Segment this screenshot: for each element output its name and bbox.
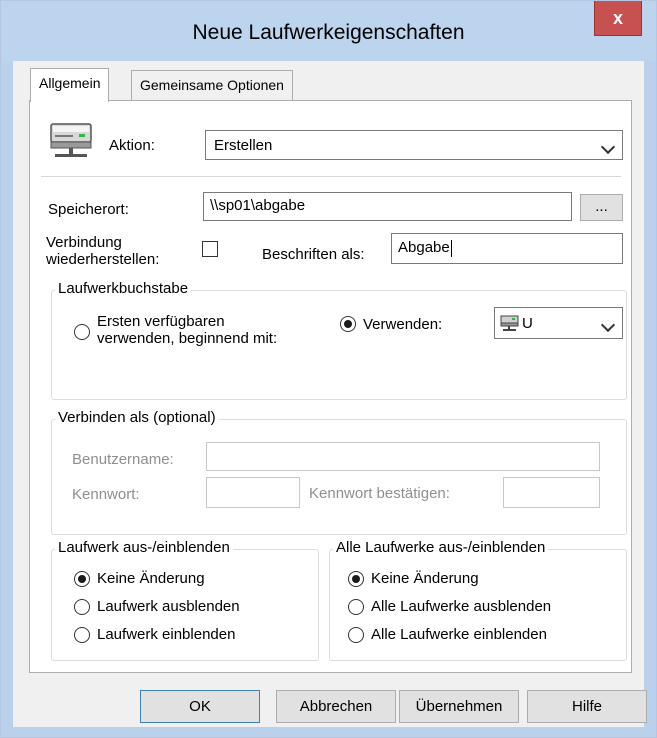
all-hide-radio[interactable]	[348, 599, 364, 615]
tab-common-options[interactable]: Gemeinsame Optionen	[131, 70, 293, 101]
username-input[interactable]	[206, 442, 600, 471]
title-bar[interactable]: Neue Laufwerkeigenschaften x	[1, 1, 656, 61]
tab-general-label: Allgemein	[39, 75, 101, 91]
drive-no-change-label: Keine Änderung	[97, 570, 205, 587]
all-show-radio[interactable]	[348, 627, 364, 643]
drive-letter-value: U	[522, 315, 533, 332]
text-cursor	[450, 239, 452, 257]
label-as-label: Beschriften als:	[262, 246, 365, 263]
reconnect-label: Verbindung wiederherstellen:	[46, 234, 159, 268]
label-as-input[interactable]: Abgabe	[391, 233, 623, 264]
location-input[interactable]: \\sp01\abgabe	[203, 192, 572, 221]
apply-button[interactable]: Übernehmen	[399, 690, 519, 723]
location-input-value: \\sp01\abgabe	[210, 197, 306, 214]
network-drive-icon	[50, 123, 92, 157]
chevron-down-icon	[600, 317, 616, 333]
use-drive-radio[interactable]	[340, 316, 356, 332]
action-select-value: Erstellen	[214, 137, 273, 154]
location-label: Speicherort:	[48, 201, 129, 218]
all-show-label: Alle Laufwerke einblenden	[371, 626, 547, 643]
all-hide-label: Alle Laufwerke ausblenden	[371, 598, 552, 615]
label-as-input-value: Abgabe	[398, 239, 452, 257]
use-drive-label: Verwenden:	[363, 316, 443, 333]
first-available-label: Ersten verfügbaren verwenden, beginnend …	[97, 313, 277, 347]
dialog-window: Neue Laufwerkeigenschaften x Gemeinsame …	[0, 0, 657, 738]
first-available-label-line1: Ersten verfügbaren	[97, 313, 225, 330]
action-label: Aktion:	[109, 137, 155, 154]
username-label: Benutzername:	[72, 451, 174, 468]
reconnect-label-line2: wiederherstellen:	[46, 251, 160, 268]
help-button[interactable]: Hilfe	[527, 690, 647, 723]
connect-as-group-title: Verbinden als (optional)	[55, 409, 219, 426]
hide-show-all-group-title: Alle Laufwerke aus-/einblenden	[333, 539, 549, 556]
drive-letter-select[interactable]: U	[494, 307, 623, 339]
drive-show-label: Laufwerk einblenden	[97, 626, 236, 643]
password-input[interactable]	[206, 477, 300, 508]
label-as-input-text: Abgabe	[398, 239, 450, 256]
tab-common-options-label: Gemeinsame Optionen	[140, 77, 284, 93]
tab-panel-general: Aktion: Erstellen Speicherort: \\sp01\ab…	[29, 100, 632, 673]
close-icon: x	[612, 8, 623, 28]
confirm-password-label: Kennwort bestätigen:	[309, 485, 450, 502]
tab-general[interactable]: Allgemein	[30, 68, 110, 102]
all-no-change-label: Keine Änderung	[371, 570, 479, 587]
browse-button[interactable]: ...	[580, 194, 623, 221]
drive-show-radio[interactable]	[74, 627, 90, 643]
hide-show-drive-group-title: Laufwerk aus-/einblenden	[55, 539, 233, 556]
dialog-client-area: Gemeinsame Optionen Allgemein Aktion: Er…	[13, 61, 647, 727]
reconnect-label-line1: Verbindung	[46, 234, 122, 251]
drive-hide-label: Laufwerk ausblenden	[97, 598, 240, 615]
drive-letter-group-title: Laufwerkbuchstabe	[55, 280, 192, 297]
drive-no-change-radio[interactable]	[74, 571, 90, 587]
separator	[41, 176, 621, 177]
confirm-password-input[interactable]	[503, 477, 600, 508]
password-label: Kennwort:	[72, 486, 140, 503]
all-no-change-radio[interactable]	[348, 571, 364, 587]
first-available-label-line2: verwenden, beginnend mit:	[97, 330, 278, 347]
ok-button[interactable]: OK	[140, 690, 260, 723]
drive-icon	[500, 315, 519, 331]
cancel-button[interactable]: Abbrechen	[276, 690, 396, 723]
first-available-radio[interactable]	[74, 324, 90, 340]
close-button[interactable]: x	[594, 1, 642, 36]
drive-hide-radio[interactable]	[74, 599, 90, 615]
reconnect-checkbox[interactable]	[202, 241, 218, 257]
action-select[interactable]: Erstellen	[205, 130, 623, 160]
chevron-down-icon	[600, 139, 616, 155]
window-title: Neue Laufwerkeigenschaften	[192, 21, 465, 44]
